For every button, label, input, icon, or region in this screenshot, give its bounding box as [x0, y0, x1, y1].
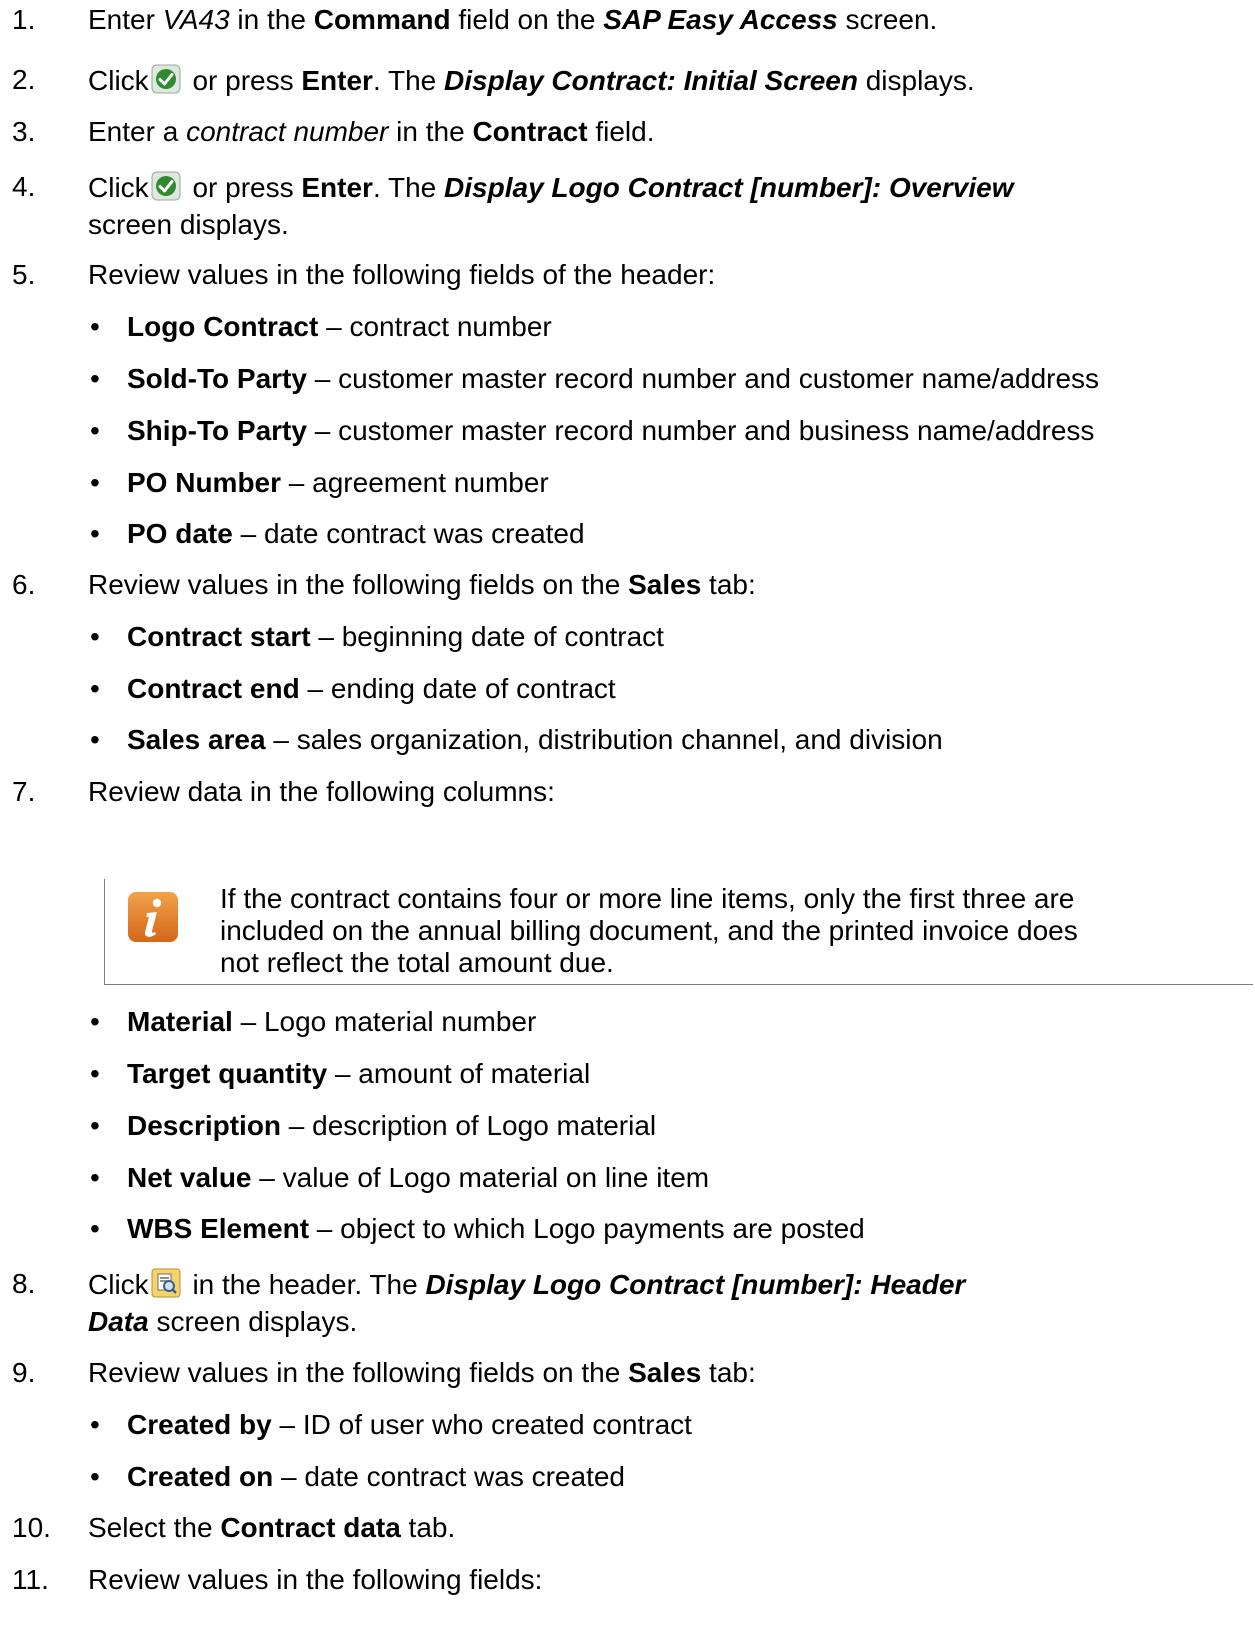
step-text: Select the Contract data tab.	[88, 1512, 456, 1543]
step-text: screen displays.	[88, 209, 289, 240]
step-text: Click or press Enter. The Display Logo C…	[88, 171, 1013, 208]
step-number: 3.	[12, 116, 36, 147]
header-details-icon	[151, 1268, 181, 1305]
step-number: 1.	[12, 4, 36, 35]
step-number: 8.	[12, 1268, 36, 1299]
step-text: Click or press Enter. The Display Contra…	[88, 64, 975, 101]
step-number: 9.	[12, 1357, 36, 1388]
step-text: Review data in the following columns:	[88, 776, 555, 807]
info-note: If the contract contains four or more li…	[104, 879, 1253, 985]
step-number: 5.	[12, 259, 36, 290]
step-number: 10.	[12, 1512, 51, 1543]
step-text: Click in the header. The Display Logo Co…	[88, 1268, 965, 1305]
step-text: Enter VA43 in the Command field on the S…	[88, 4, 938, 35]
green-check-icon	[151, 171, 181, 208]
step-number: 2.	[12, 64, 36, 95]
step-number: 7.	[12, 776, 36, 807]
green-check-icon	[151, 64, 181, 101]
step-text: Review values in the following fields on…	[88, 569, 756, 600]
procedure-document: 1. Enter VA43 in the Command field on th…	[0, 0, 1255, 1652]
step-text: Review values in the following fields on…	[88, 1357, 756, 1388]
step-number: 6.	[12, 569, 36, 600]
step-number: 4.	[12, 171, 36, 202]
step-text: Data screen displays.	[88, 1306, 358, 1337]
step-text: Review values in the following fields of…	[88, 259, 716, 290]
step-number: 11.	[12, 1564, 49, 1595]
info-icon	[126, 890, 180, 951]
note-text: If the contract contains four or more li…	[220, 883, 1078, 978]
step-text: Enter a contract number in the Contract …	[88, 116, 655, 147]
step-text: Review values in the following fields:	[88, 1564, 543, 1595]
